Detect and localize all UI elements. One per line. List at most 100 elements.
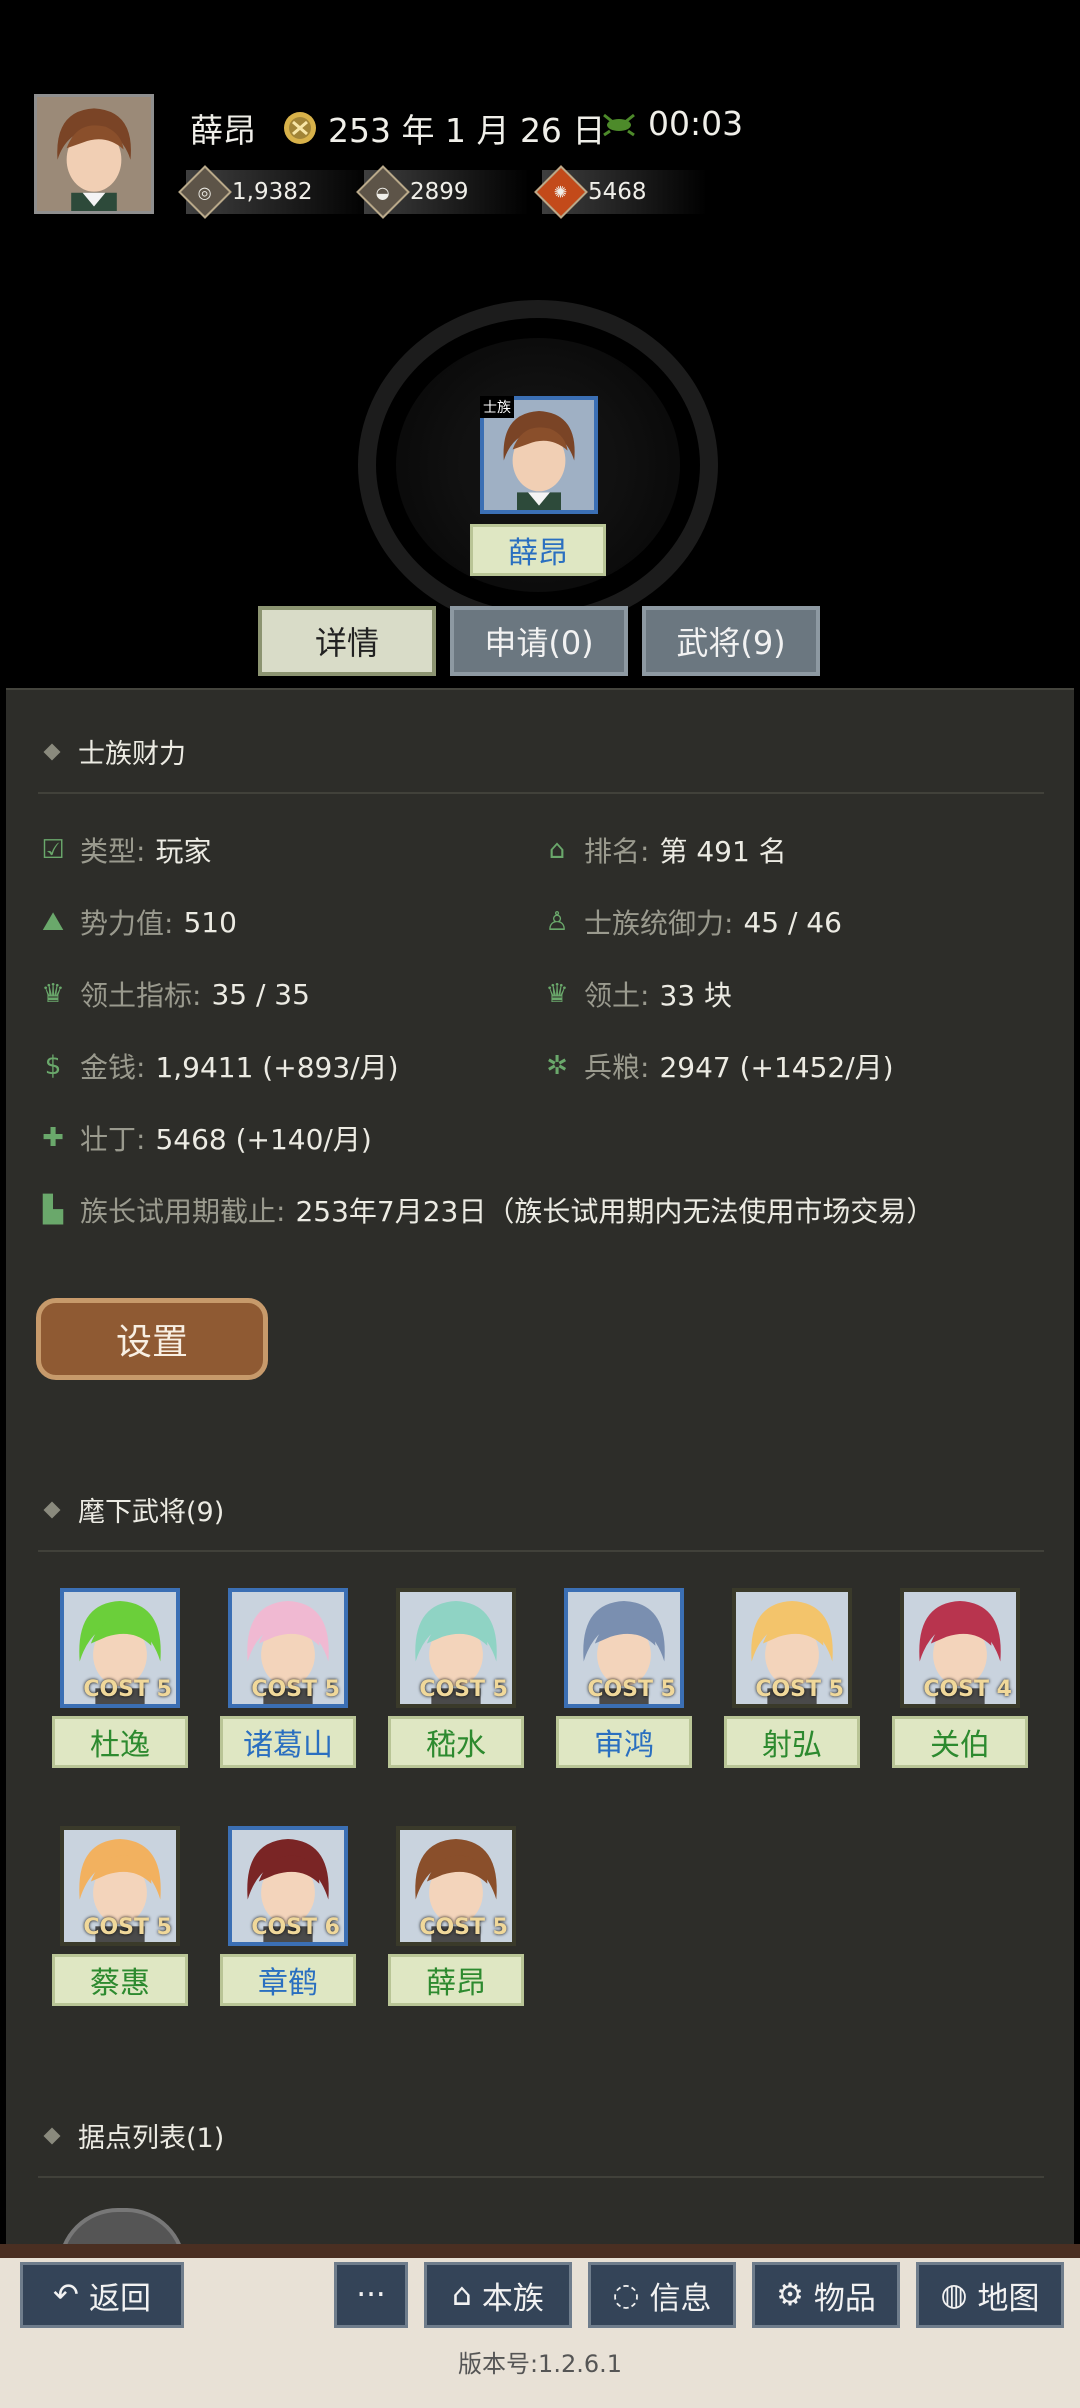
info-type: ☑ 类型: 玩家 bbox=[36, 830, 211, 870]
tab-applications[interactable]: 申请(0) bbox=[450, 606, 628, 676]
general-name[interactable]: 审鸿 bbox=[556, 1716, 692, 1768]
clan-button[interactable]: ⌂ 本族 bbox=[424, 2262, 572, 2328]
resource-value: 1,9382 bbox=[232, 179, 313, 205]
general-cost: COST 5 bbox=[587, 1677, 676, 1702]
grain-bowl-icon: ◒ bbox=[356, 165, 410, 219]
info-trial-deadline: ▙ 族长试用期截止: 253年7月23日（族长试用期内无法使用市场交易） bbox=[36, 1190, 934, 1230]
calendar-check-icon: ☑ bbox=[41, 835, 65, 865]
general-cost: COST 5 bbox=[419, 1677, 508, 1702]
rank-icon: ⌂ bbox=[548, 835, 566, 865]
info-grain: ✲ 兵粮: 2947 (+1452/月) bbox=[540, 1046, 894, 1086]
tab-generals[interactable]: 武将(9) bbox=[642, 606, 820, 676]
info-label: 壮丁: bbox=[80, 1123, 146, 1156]
info-label: 领土: bbox=[584, 979, 650, 1012]
time-text: 00:03 bbox=[648, 104, 744, 143]
date-text: 253 年 1 月 26 日 bbox=[328, 111, 606, 150]
clan-leader-name[interactable]: 薛昂 bbox=[470, 524, 606, 576]
info-value: 玩家 bbox=[155, 835, 212, 868]
general-name[interactable]: 蔡惠 bbox=[52, 1954, 188, 2006]
general-portrait: COST 5 bbox=[396, 1588, 516, 1708]
section-title-strongholds: 据点列表(1) bbox=[43, 2116, 224, 2155]
general-name[interactable]: 射弘 bbox=[724, 1716, 860, 1768]
general-portrait: COST 5 bbox=[564, 1588, 684, 1708]
calendar-emblem-icon bbox=[284, 112, 316, 144]
resource-value: 5468 bbox=[588, 179, 647, 205]
general-card[interactable]: COST 5 嵇水 bbox=[388, 1588, 524, 1768]
tab-details[interactable]: 详情 bbox=[258, 606, 436, 676]
territory-icon: ♛ bbox=[41, 979, 65, 1009]
general-name[interactable]: 诸葛山 bbox=[220, 1716, 356, 1768]
manpower-icon: ✺ bbox=[534, 165, 588, 219]
general-portrait: COST 4 bbox=[900, 1588, 1020, 1708]
diamond-bullet-icon bbox=[43, 743, 61, 760]
general-cost: COST 6 bbox=[251, 1915, 340, 1940]
info-value: 35 / 35 bbox=[211, 977, 310, 1011]
resource-value: 2899 bbox=[410, 179, 469, 205]
info-value: 45 / 46 bbox=[743, 905, 842, 939]
silver-coin-icon: ◎ bbox=[178, 165, 232, 219]
general-card[interactable]: COST 5 审鸿 bbox=[556, 1588, 692, 1768]
general-card[interactable]: COST 5 薛昂 bbox=[388, 1826, 524, 2006]
items-icon: ⚙ bbox=[776, 2277, 804, 2313]
general-cost: COST 4 bbox=[923, 1677, 1012, 1702]
general-name[interactable]: 章鹤 bbox=[220, 1954, 356, 2006]
general-name[interactable]: 关伯 bbox=[892, 1716, 1028, 1768]
general-cost: COST 5 bbox=[83, 1677, 172, 1702]
general-cost: COST 5 bbox=[83, 1915, 172, 1940]
clan-label: 本族 bbox=[481, 2280, 544, 2317]
clan-icon: ⌂ bbox=[452, 2277, 472, 2313]
section-title-text: 士族财力 bbox=[78, 739, 186, 770]
general-cost: COST 5 bbox=[755, 1677, 844, 1702]
info-rank: ⌂ 排名: 第 491 名 bbox=[540, 830, 787, 870]
divider bbox=[38, 1550, 1044, 1552]
general-portrait: COST 6 bbox=[228, 1826, 348, 1946]
items-button[interactable]: ⚙ 物品 bbox=[752, 2262, 900, 2328]
mountain-icon: ⛰ bbox=[42, 906, 64, 937]
info-value: 510 bbox=[183, 905, 237, 939]
general-card[interactable]: COST 5 诸葛山 bbox=[220, 1588, 356, 1768]
map-button[interactable]: ◍ 地图 bbox=[916, 2262, 1064, 2328]
info-value: 第 491 名 bbox=[659, 835, 787, 868]
section-title-wealth: 士族财力 bbox=[43, 732, 186, 771]
info-territory: ♛ 领土: 33 块 bbox=[540, 974, 732, 1014]
general-card[interactable]: COST 4 关伯 bbox=[892, 1588, 1028, 1768]
general-portrait: COST 5 bbox=[228, 1588, 348, 1708]
info-money: $ 金钱: 1,9411 (+893/月) bbox=[36, 1046, 399, 1086]
strongman-icon: ✚ bbox=[42, 1123, 64, 1153]
general-card[interactable]: COST 5 杜逸 bbox=[52, 1588, 188, 1768]
back-button[interactable]: ↶ 返回 bbox=[20, 2262, 184, 2328]
game-date: 253 年 1 月 26 日 bbox=[282, 104, 605, 152]
general-card[interactable]: COST 5 蔡惠 bbox=[52, 1826, 188, 2006]
info-command: ♙ 士族统御力: 45 / 46 bbox=[540, 902, 842, 942]
info-value: 1,9411 (+893/月) bbox=[155, 1051, 399, 1084]
info-value: 2947 (+1452/月) bbox=[659, 1051, 894, 1084]
general-name[interactable]: 嵇水 bbox=[388, 1716, 524, 1768]
general-card[interactable]: COST 6 章鹤 bbox=[220, 1826, 356, 2006]
version-text: 版本号:1.2.6.1 bbox=[457, 2350, 623, 2378]
info-strongman: ✚ 壮丁: 5468 (+140/月) bbox=[36, 1118, 372, 1158]
resource-grain: ◒ 2899 bbox=[356, 165, 529, 219]
info-label: 类型: bbox=[80, 835, 146, 868]
info-value: 253年7月23日（族长试用期内无法使用市场交易） bbox=[295, 1195, 935, 1228]
player-name: 薛昂 bbox=[190, 111, 256, 150]
globe-icon: ◍ bbox=[940, 2277, 968, 2313]
general-name[interactable]: 杜逸 bbox=[52, 1716, 188, 1768]
grain-icon: ✲ bbox=[546, 1051, 568, 1081]
info-label: 兵粮: bbox=[584, 1051, 650, 1084]
info-value: 5468 (+140/月) bbox=[155, 1123, 372, 1156]
more-button[interactable]: ··· bbox=[334, 2262, 408, 2328]
diamond-bullet-icon bbox=[43, 1501, 61, 1518]
player-avatar[interactable] bbox=[34, 94, 154, 214]
info-label: 族长试用期截止: bbox=[80, 1195, 286, 1228]
general-name[interactable]: 薛昂 bbox=[388, 1954, 524, 2006]
info-label: 金钱: bbox=[80, 1051, 146, 1084]
general-cost: COST 5 bbox=[251, 1677, 340, 1702]
general-card[interactable]: COST 5 射弘 bbox=[724, 1588, 860, 1768]
general-portrait: COST 5 bbox=[60, 1588, 180, 1708]
chat-bubble-icon: ◌ bbox=[612, 2277, 640, 2313]
clan-badge: 士族 bbox=[480, 396, 514, 418]
info-power: ⛰ 势力值: 510 bbox=[36, 902, 237, 942]
settings-button[interactable]: 设置 bbox=[36, 1298, 268, 1380]
info-button[interactable]: ◌ 信息 bbox=[588, 2262, 736, 2328]
info-territory-quota: ♛ 领土指标: 35 / 35 bbox=[36, 974, 310, 1014]
